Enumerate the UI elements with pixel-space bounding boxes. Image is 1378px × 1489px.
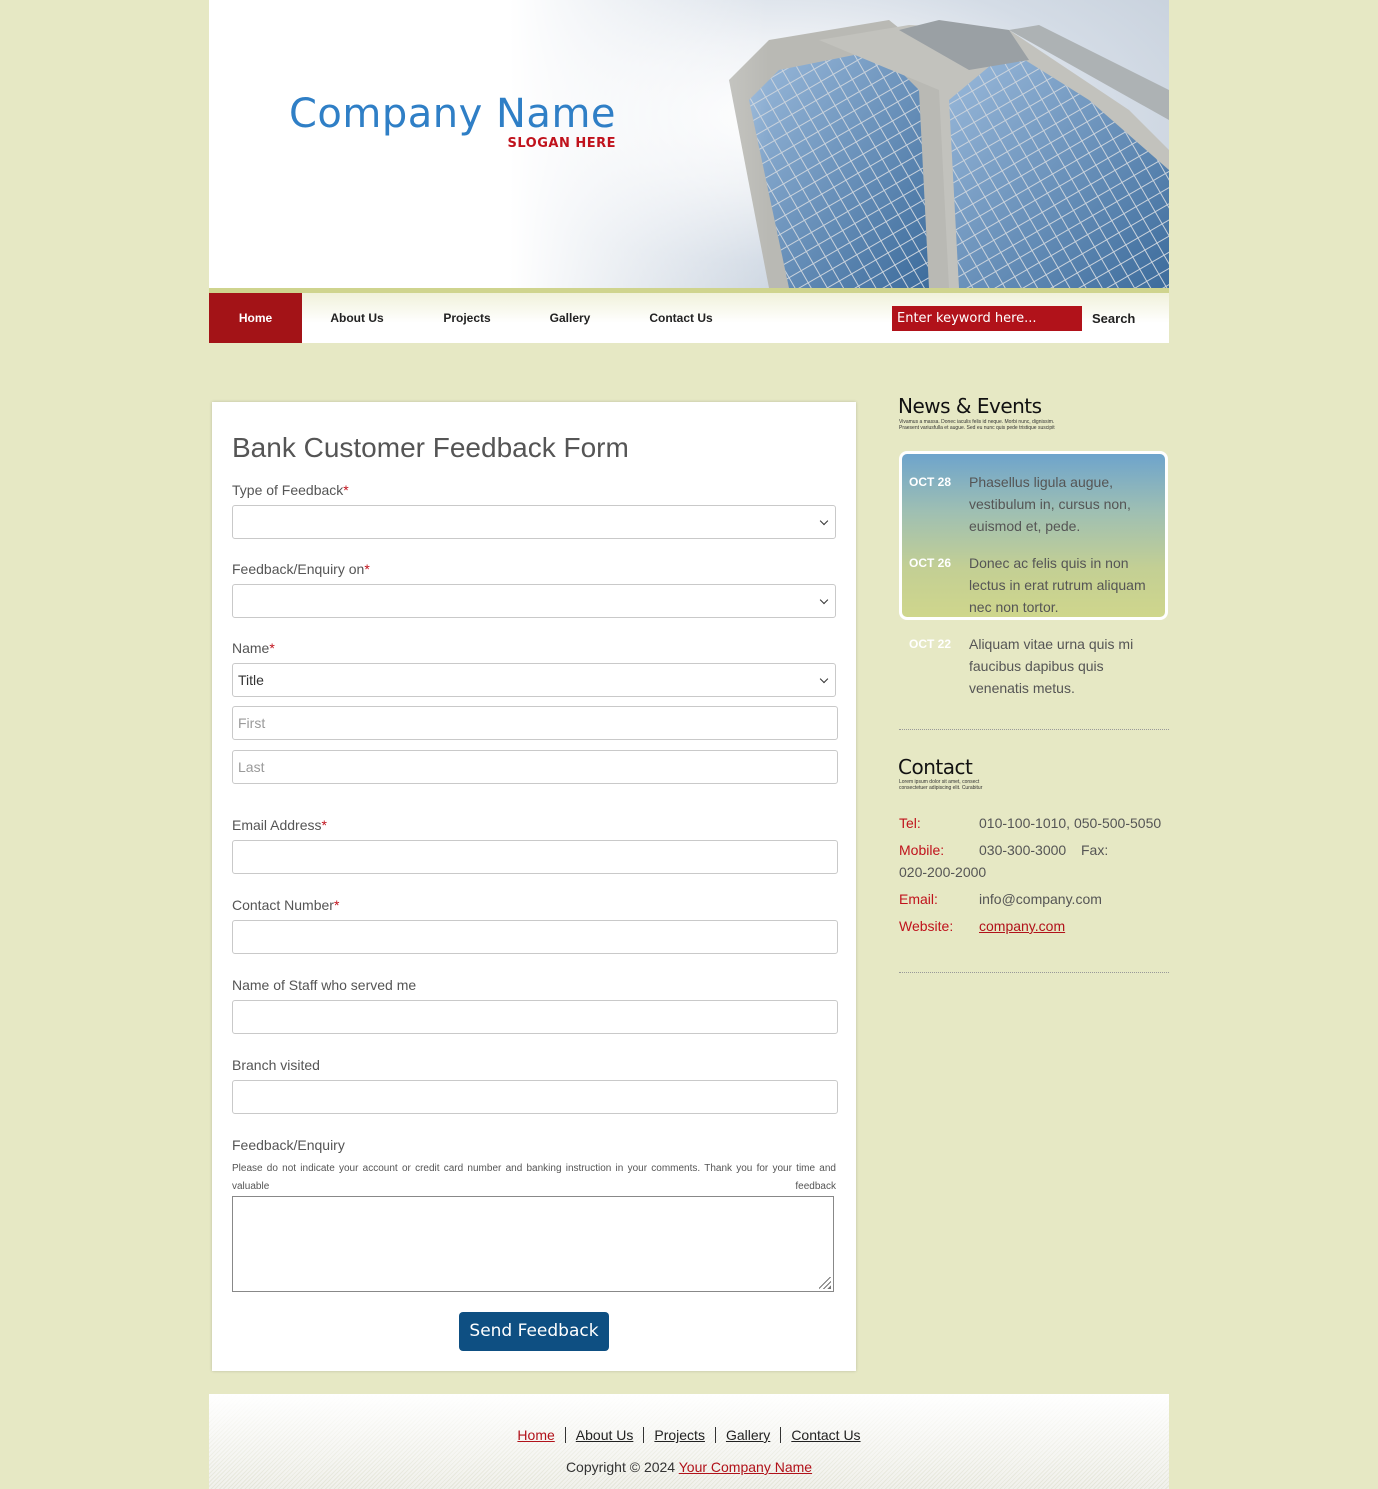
feedback-textarea[interactable] — [232, 1196, 834, 1292]
contact-number-label: Contact Number* — [232, 897, 340, 913]
contact-subtitle: Lorem ipsum dolor sit amet, consect cons… — [899, 779, 983, 791]
feedback-form-card: Bank Customer Feedback Form Type of Feed… — [212, 402, 856, 1371]
website-link[interactable]: company.com — [979, 918, 1065, 934]
news-item[interactable]: Aliquam vitae urna quis mi faucibus dapi… — [969, 633, 1159, 699]
tel-value: 010-100-1010, 050-500-5050 — [979, 815, 1162, 831]
enquiry-on-select[interactable] — [232, 584, 836, 618]
footer-link-home[interactable]: Home — [507, 1427, 564, 1443]
last-name-input[interactable]: Last — [232, 750, 838, 784]
footer-link-gallery[interactable]: Gallery — [714, 1427, 781, 1443]
news-date: OCT 22 — [909, 637, 952, 651]
news-events-subtitle: Vivamus a massa. Donec iaculis felis id … — [899, 419, 1055, 431]
name-label: Name* — [232, 640, 275, 656]
type-of-feedback-label: Type of Feedback* — [232, 482, 349, 498]
fax-label: Fax: — [1081, 842, 1109, 858]
nav-item-about-us[interactable]: About Us — [317, 293, 397, 343]
nav-item-home[interactable]: Home — [209, 293, 302, 343]
send-feedback-button[interactable]: Send Feedback — [459, 1312, 609, 1351]
news-date: OCT 26 — [909, 556, 952, 570]
resize-handle-icon[interactable] — [819, 1277, 831, 1289]
mobile-value: 030-300-3000 — [979, 842, 1067, 858]
nav-item-projects[interactable]: Projects — [431, 293, 503, 343]
enquiry-on-label: Feedback/Enquiry on* — [232, 561, 370, 577]
search-input[interactable] — [892, 306, 1082, 331]
mobile-label: Mobile: — [899, 842, 945, 858]
site-footer: Home About Us Projects Gallery Contact Us Co… — [209, 1394, 1169, 1489]
footer-link-projects[interactable]: Projects — [643, 1427, 715, 1443]
feedback-note: Please do not indicate your account or c… — [232, 1163, 836, 1192]
title-select[interactable]: Title — [232, 663, 836, 697]
footer-link-about-us[interactable]: About Us — [564, 1427, 644, 1443]
news-item[interactable]: Donec ac felis quis in non lectus in era… — [969, 552, 1159, 618]
company-logo[interactable]: Company Name SLOGAN HERE — [289, 94, 616, 151]
staff-name-input[interactable] — [232, 1000, 838, 1034]
branch-visited-input[interactable] — [232, 1080, 838, 1114]
email-contact-value: info@company.com — [979, 891, 1102, 907]
email-contact-label: Email: — [899, 891, 938, 907]
search-button[interactable]: Search — [1092, 306, 1135, 331]
nav-item-contact-us[interactable]: Contact Us — [641, 293, 721, 343]
skyscraper-image — [729, 20, 1169, 288]
company-slogan: SLOGAN HERE — [507, 136, 617, 151]
staff-name-label: Name of Staff who served me — [232, 977, 417, 993]
news-item[interactable]: Phasellus ligula augue, vestibulum in, c… — [969, 471, 1159, 537]
sidebar-divider — [899, 729, 1169, 730]
footer-link-contact-us[interactable]: Contact Us — [780, 1427, 871, 1443]
branch-visited-label: Branch visited — [232, 1057, 320, 1073]
news-date: OCT 28 — [909, 475, 952, 489]
email-input[interactable] — [232, 840, 838, 874]
contact-number-input[interactable] — [232, 920, 838, 954]
site-header: Company Name SLOGAN HERE — [209, 0, 1169, 288]
sidebar-divider — [899, 972, 1169, 973]
feedback-enquiry-label: Feedback/Enquiry — [232, 1137, 345, 1153]
company-name: Company Name — [289, 91, 617, 137]
news-events-title: News & Events — [898, 394, 1042, 418]
company-footer-link[interactable]: Your Company Name — [679, 1459, 812, 1475]
email-label: Email Address* — [232, 817, 327, 833]
type-of-feedback-select[interactable] — [232, 505, 836, 539]
footer-nav: Home About Us Projects Gallery Contact Us — [209, 1427, 1169, 1443]
main-nav: Home About Us Projects Gallery Contact U… — [209, 293, 1169, 343]
website-label: Website: — [899, 918, 954, 934]
first-name-input[interactable]: First — [232, 706, 838, 740]
form-title: Bank Customer Feedback Form — [232, 432, 629, 463]
nav-item-gallery[interactable]: Gallery — [537, 293, 603, 343]
fax-value: 020-200-2000 — [899, 864, 987, 880]
tel-label: Tel: — [899, 815, 921, 831]
copyright: Copyright © 2024 Your Company Name — [565, 1459, 813, 1475]
contact-title: Contact — [898, 755, 973, 779]
